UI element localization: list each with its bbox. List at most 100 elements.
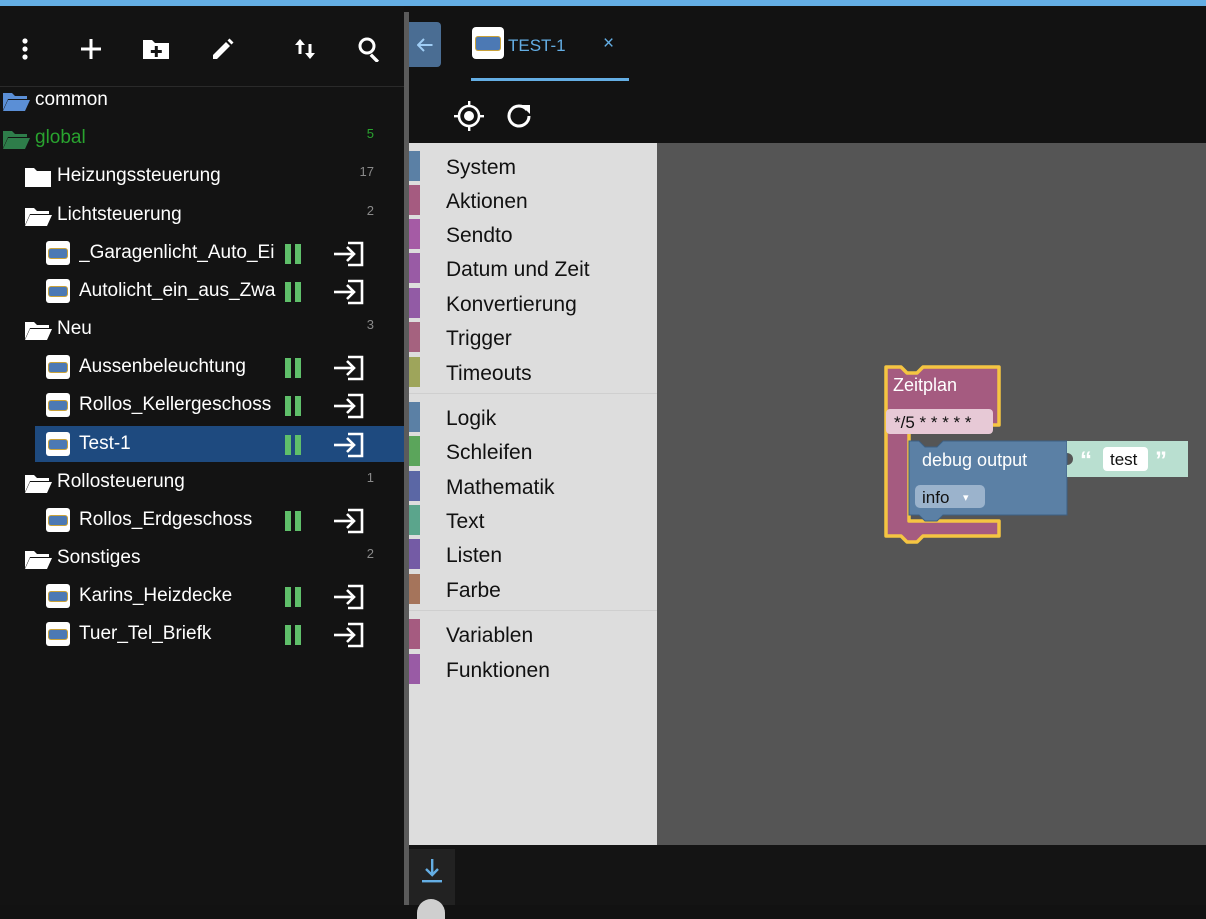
open-script-icon[interactable] bbox=[332, 279, 364, 305]
folder-open-icon bbox=[25, 208, 52, 226]
category-label: System bbox=[446, 156, 517, 179]
tree-folder-neu[interactable]: Neu 3 bbox=[0, 311, 404, 347]
category-label: Schleifen bbox=[446, 441, 533, 464]
category-sendto[interactable]: Sendto bbox=[409, 217, 657, 251]
new-folder-icon[interactable] bbox=[141, 34, 171, 64]
category-swatch bbox=[409, 402, 420, 432]
category-system[interactable]: System bbox=[409, 149, 657, 183]
open-script-icon[interactable] bbox=[332, 432, 364, 458]
tree-script-item-selected[interactable]: Test-1 bbox=[35, 426, 404, 462]
tree-folder-sonstiges[interactable]: Sonstiges 2 bbox=[0, 540, 404, 576]
tab-test-1[interactable]: TEST-1 × bbox=[471, 12, 629, 81]
close-icon[interactable]: × bbox=[603, 33, 614, 55]
pause-icon[interactable] bbox=[285, 396, 303, 416]
tree-script-item[interactable]: Aussenbeleuchtung bbox=[0, 349, 404, 385]
script-label: Aussenbeleuchtung bbox=[79, 356, 246, 377]
sort-icon[interactable] bbox=[290, 34, 320, 64]
script-label: Rollos_Kellergeschoss bbox=[79, 394, 272, 415]
pause-icon[interactable] bbox=[285, 282, 303, 302]
open-script-icon[interactable] bbox=[332, 584, 364, 610]
tree-folder-rollosteuerung[interactable]: Rollosteuerung 1 bbox=[0, 464, 404, 500]
edit-icon[interactable] bbox=[208, 34, 238, 64]
tree-folder-common[interactable]: common bbox=[0, 82, 404, 118]
category-konvertierung[interactable]: Konvertierung bbox=[409, 286, 657, 320]
category-farbe[interactable]: Farbe bbox=[409, 572, 657, 606]
tree-script-item[interactable]: Rollos_Kellergeschoss bbox=[0, 387, 404, 423]
pause-icon[interactable] bbox=[285, 435, 303, 455]
blockly-script-icon bbox=[46, 622, 70, 646]
category-swatch bbox=[409, 357, 420, 387]
tree-folder-heizungssteuerung[interactable]: Heizungssteuerung 17 bbox=[0, 158, 404, 194]
download-icon[interactable] bbox=[421, 857, 443, 885]
category-mathematik[interactable]: Mathematik bbox=[409, 469, 657, 503]
pause-icon[interactable] bbox=[285, 358, 303, 378]
open-script-icon[interactable] bbox=[332, 241, 364, 267]
category-swatch bbox=[409, 505, 420, 535]
folder-open-icon bbox=[3, 93, 30, 111]
open-script-icon[interactable] bbox=[332, 355, 364, 381]
chevron-down-icon: ▾ bbox=[963, 492, 969, 504]
category-label: Trigger bbox=[446, 327, 512, 350]
open-script-icon[interactable] bbox=[332, 393, 364, 419]
text-block[interactable]: “ test ” bbox=[1067, 441, 1188, 477]
refresh-icon[interactable] bbox=[503, 100, 535, 132]
editor-area: TEST-1 × System Aktionen Sendto Datum un… bbox=[409, 12, 1206, 919]
tab-bar: TEST-1 × bbox=[409, 12, 1206, 81]
category-swatch bbox=[409, 253, 420, 283]
open-script-icon[interactable] bbox=[332, 622, 364, 648]
add-icon[interactable] bbox=[76, 34, 106, 64]
tree-folder-global[interactable]: global 5 bbox=[0, 120, 404, 156]
more-vert-icon[interactable] bbox=[10, 34, 40, 64]
blockly-script-icon bbox=[46, 432, 70, 456]
folder-count: 2 bbox=[366, 203, 374, 218]
category-schleifen[interactable]: Schleifen bbox=[409, 434, 657, 468]
open-script-icon[interactable] bbox=[332, 508, 364, 534]
category-aktionen[interactable]: Aktionen bbox=[409, 183, 657, 217]
blockly-script-icon bbox=[46, 241, 70, 265]
category-label: Logik bbox=[446, 407, 497, 430]
target-icon[interactable] bbox=[453, 100, 485, 132]
debug-output-block[interactable]: debug output info ▾ bbox=[908, 440, 1068, 522]
category-variablen[interactable]: Variablen bbox=[409, 617, 657, 651]
folder-count: 5 bbox=[366, 126, 374, 141]
category-swatch bbox=[409, 185, 420, 215]
category-datum-und-zeit[interactable]: Datum und Zeit bbox=[409, 251, 657, 285]
folder-count: 17 bbox=[359, 164, 374, 179]
category-swatch bbox=[409, 288, 420, 318]
text-value: test bbox=[1110, 450, 1138, 469]
category-swatch bbox=[409, 619, 420, 649]
script-tree-panel: common global 5 Heizungssteuerung 17 Lic… bbox=[0, 6, 404, 905]
scroll-indicator-icon[interactable] bbox=[417, 899, 445, 919]
category-swatch bbox=[409, 539, 420, 569]
log-panel bbox=[409, 845, 1206, 919]
debug-level-value: info bbox=[922, 488, 949, 507]
blockly-workspace[interactable]: Zeitplan */5 * * * * * debug output info… bbox=[657, 143, 1206, 845]
category-logik[interactable]: Logik bbox=[409, 400, 657, 434]
pause-icon[interactable] bbox=[285, 511, 303, 531]
tree-script-item[interactable]: _Garagenlicht_Auto_Ei bbox=[0, 235, 404, 271]
category-label: Text bbox=[446, 510, 485, 533]
search-icon[interactable] bbox=[355, 34, 385, 64]
category-listen[interactable]: Listen bbox=[409, 537, 657, 571]
category-label: Aktionen bbox=[446, 190, 528, 213]
folder-label: Neu bbox=[57, 318, 92, 339]
pause-icon[interactable] bbox=[285, 587, 303, 607]
category-trigger[interactable]: Trigger bbox=[409, 320, 657, 354]
tab-title: TEST-1 bbox=[508, 36, 566, 55]
tree-script-item[interactable]: Tuer_Tel_Briefk bbox=[0, 616, 404, 652]
category-text[interactable]: Text bbox=[409, 503, 657, 537]
folder-open-icon bbox=[25, 475, 52, 493]
back-arrow-icon[interactable] bbox=[409, 22, 441, 67]
tree-script-item[interactable]: Karins_Heizdecke bbox=[0, 578, 404, 614]
folder-label: Lichtsteuerung bbox=[57, 204, 182, 225]
workspace-canvas: Zeitplan */5 * * * * * debug output info… bbox=[884, 365, 1188, 544]
tree-folder-lichtsteuerung[interactable]: Lichtsteuerung 2 bbox=[0, 197, 404, 233]
schedule-value: */5 * * * * * bbox=[894, 413, 972, 432]
category-timeouts[interactable]: Timeouts bbox=[409, 355, 657, 389]
tree-script-item[interactable]: Rollos_Erdgeschoss bbox=[0, 502, 404, 538]
pause-icon[interactable] bbox=[285, 625, 303, 645]
tree-script-item[interactable]: Autolicht_ein_aus_Zwa bbox=[0, 273, 404, 309]
category-funktionen[interactable]: Funktionen bbox=[409, 652, 657, 686]
pause-icon[interactable] bbox=[285, 244, 303, 264]
blockly-script-icon bbox=[46, 393, 70, 417]
